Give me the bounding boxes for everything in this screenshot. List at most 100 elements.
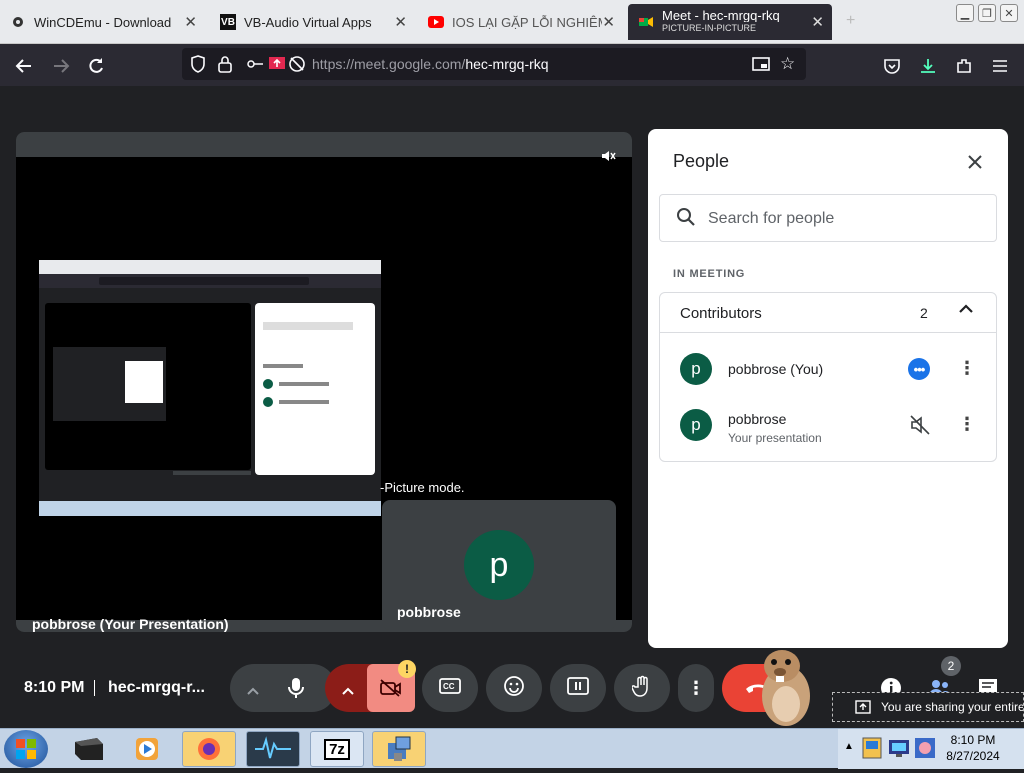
section-label: IN MEETING — [673, 268, 746, 280]
meet-icon — [638, 14, 654, 30]
microphone-button[interactable] — [272, 664, 320, 712]
meeting-time: 8:10 PM — [24, 679, 85, 696]
close-icon[interactable] — [960, 147, 990, 177]
gopher-mascot-icon — [752, 646, 818, 733]
more-options-button[interactable]: ⋮ — [678, 664, 714, 712]
taskbar-app-7z[interactable]: 7z — [310, 731, 364, 767]
avatar: p — [680, 409, 712, 441]
taskbar-app-firefox[interactable] — [182, 731, 236, 767]
autoplay-blocked-icon[interactable] — [288, 55, 306, 78]
tray-network-icon[interactable] — [888, 737, 910, 764]
permissions-icon[interactable] — [246, 56, 264, 77]
participant-row[interactable]: p pobbrose (You) ••• ⋮ — [660, 345, 996, 395]
hand-icon — [631, 675, 652, 702]
browser-tab-strip: WinCDEmu - Download ✕ VB VB-Audio Virtua… — [0, 0, 1024, 44]
taskbar-app-media-player[interactable] — [120, 731, 174, 767]
emoji-icon — [503, 675, 525, 702]
pocket-icon[interactable] — [881, 55, 903, 77]
participant-row[interactable]: p pobbrose Your presentation ⋮ — [660, 401, 996, 451]
new-tab-icon[interactable]: + — [846, 12, 855, 30]
window-close-button[interactable]: ✕ — [1000, 4, 1018, 22]
maximize-button[interactable]: ❐ — [978, 4, 996, 22]
vb-audio-icon: VB — [220, 14, 236, 30]
present-button[interactable] — [550, 664, 606, 712]
more-options-icon[interactable]: ⋮ — [958, 414, 976, 435]
meet-stage: p -Picture mode. pobbrose (Your — [0, 86, 1024, 728]
clock-time[interactable]: 8:10 PM — [938, 733, 1008, 747]
tray-app-icon[interactable] — [862, 737, 882, 764]
microphone-control — [230, 664, 336, 712]
chevron-up-icon[interactable] — [246, 680, 260, 701]
captions-button[interactable]: CC — [422, 664, 478, 712]
lock-icon[interactable] — [218, 55, 232, 78]
search-placeholder: Search for people — [708, 210, 835, 227]
screen-share-icon[interactable] — [268, 55, 286, 78]
back-icon[interactable] — [13, 55, 35, 77]
downloads-icon[interactable] — [917, 55, 939, 77]
presentation-tile[interactable]: p -Picture mode. pobbrose (Your — [16, 132, 632, 632]
close-icon[interactable]: ✕ — [394, 13, 407, 31]
chevron-up-icon[interactable] — [958, 302, 974, 320]
more-options-icon[interactable]: ⋮ — [958, 358, 976, 379]
captions-icon: CC — [439, 677, 461, 699]
tab-wincdemu[interactable]: WinCDEmu - Download ✕ — [0, 4, 205, 40]
tray-expand-icon[interactable]: ▲ — [844, 741, 854, 752]
close-icon[interactable]: ✕ — [602, 13, 615, 31]
forward-icon[interactable] — [50, 55, 72, 77]
url-bar[interactable]: https://meet.google.com/hec-mrgq-rkq ☆ — [182, 48, 806, 80]
nested-participant-row — [263, 379, 367, 391]
url-text[interactable]: https://meet.google.com/hec-mrgq-rkq — [312, 56, 549, 72]
present-icon — [855, 700, 871, 717]
close-icon[interactable]: ✕ — [811, 13, 824, 31]
chevron-up-icon[interactable] — [341, 680, 355, 701]
clock-date[interactable]: 8/27/2024 — [938, 749, 1008, 763]
menu-icon[interactable] — [989, 55, 1011, 77]
avatar: p — [680, 353, 712, 385]
taskbar: 7z ▲ — [0, 728, 1024, 769]
divider — [94, 680, 95, 696]
nested-taskbar — [39, 501, 381, 516]
presentation-name-label: pobbrose (Your Presentation) — [32, 616, 229, 632]
warning-badge-icon: ! — [398, 660, 416, 678]
participant-name: pobbrose (You) — [728, 361, 824, 377]
extensions-icon[interactable] — [953, 55, 975, 77]
minimize-button[interactable]: ▁ — [956, 4, 974, 22]
participant-subtitle: Your presentation — [728, 431, 822, 445]
pip-icon[interactable] — [752, 55, 770, 78]
search-icon — [676, 207, 696, 232]
taskbar-app-terminal[interactable] — [62, 731, 116, 767]
panel-title: People — [673, 151, 730, 171]
raise-hand-button[interactable] — [614, 664, 670, 712]
tab-vb-audio[interactable]: VB VB-Audio Virtual Apps ✕ — [210, 4, 415, 40]
tab-title: VB-Audio Virtual Apps — [244, 14, 372, 30]
search-input[interactable]: Search for people — [659, 194, 997, 242]
meeting-code[interactable]: hec-mrgq-r... — [108, 679, 205, 697]
tab-meet[interactable]: Meet - hec-mrgq-rkq PICTURE-IN-PICTURE ✕ — [628, 4, 832, 40]
muted-icon — [600, 148, 616, 167]
nested-tab-strip — [39, 260, 381, 274]
contributors-header[interactable]: Contributors 2 — [660, 293, 996, 333]
reactions-button[interactable] — [486, 664, 542, 712]
nested-meeting-bar — [39, 475, 381, 501]
tab-youtube[interactable]: IOS LẠI GẶP LỖI NGHIÊM TR ✕ — [418, 4, 623, 40]
nested-people-panel — [255, 303, 375, 475]
tab-title: WinCDEmu - Download — [34, 14, 172, 30]
participant-tile[interactable]: p pobbrose — [382, 500, 616, 630]
close-icon[interactable]: ✕ — [184, 13, 197, 31]
presentation-tile-header — [16, 132, 632, 157]
participant-name: pobbrose — [397, 604, 461, 620]
nested-inner-panel — [125, 361, 163, 403]
taskbar-app-archive[interactable] — [372, 731, 426, 767]
url-host: https://meet.google.com/ — [312, 56, 466, 72]
browser-navbar: https://meet.google.com/hec-mrgq-rkq ☆ — [0, 44, 1024, 86]
sharing-notice: You are sharing your entire — [832, 692, 1024, 722]
reload-icon[interactable] — [85, 55, 107, 77]
shared-screen-thumbnail: p — [39, 260, 381, 516]
taskbar-app-audio[interactable] — [246, 731, 300, 767]
shield-icon[interactable] — [190, 55, 206, 78]
nested-presentation-tile: p — [45, 303, 251, 511]
more-vert-icon: ⋮ — [687, 677, 705, 698]
start-button[interactable] — [4, 730, 48, 768]
bookmark-star-icon[interactable]: ☆ — [780, 54, 795, 74]
tray-volume-icon[interactable] — [914, 737, 936, 764]
